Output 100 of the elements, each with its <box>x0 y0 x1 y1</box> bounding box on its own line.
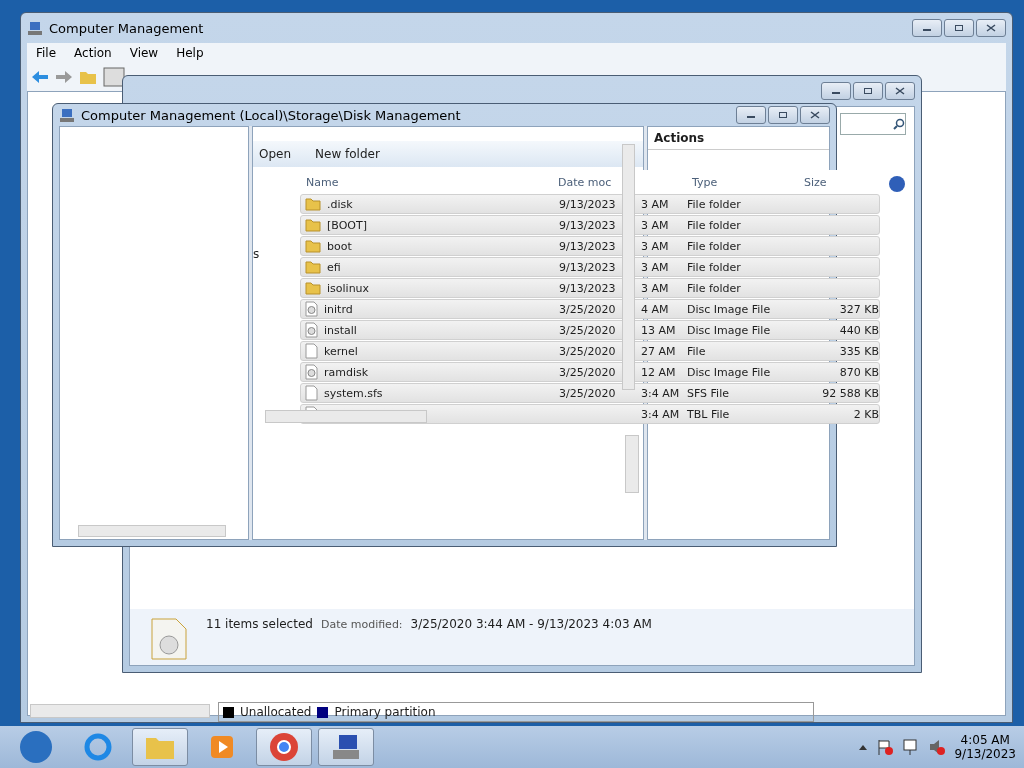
menu-item[interactable]: Help <box>167 46 213 60</box>
file-explorer-taskbar-button[interactable] <box>132 728 188 766</box>
disc-file-icon <box>150 617 188 661</box>
type-cell: File <box>687 344 706 358</box>
type-cell: Disc Image File <box>687 365 771 379</box>
type-cell: TBL File <box>687 407 730 421</box>
close-button[interactable] <box>800 106 830 124</box>
column-header[interactable]: Name <box>300 175 558 189</box>
type-cell: SFS File <box>687 386 729 400</box>
size-cell: 870 KB <box>839 365 879 379</box>
time-cell: 3 AM <box>641 239 669 253</box>
folder-icon <box>305 281 321 295</box>
time-cell: 3:4 AM <box>641 407 680 421</box>
date-cell: 3/25/2020 <box>559 302 616 316</box>
file-name: system.sfs <box>324 386 383 400</box>
vertical-scrollbar[interactable] <box>622 144 635 390</box>
time-cell: 3 AM <box>641 197 669 211</box>
file-row[interactable]: ramdisk 3/25/2020 12 AM Disc Image File 870 KB <box>300 362 880 382</box>
disc-file-icon <box>305 364 318 380</box>
disc-file-icon <box>305 322 318 338</box>
date-cell: 9/13/2023 <box>559 197 616 211</box>
legend-label: Primary partition <box>334 705 436 719</box>
menu-item[interactable]: File <box>27 46 66 60</box>
column-header[interactable]: Date moc <box>558 175 622 189</box>
file-row[interactable]: .disk 9/13/2023 3 AM File folder <box>300 194 880 214</box>
maximize-button[interactable] <box>768 106 798 124</box>
type-cell: File folder <box>687 218 741 232</box>
menu-item[interactable]: Action <box>65 46 121 60</box>
time-cell: 3:4 AM <box>641 386 680 400</box>
column-header[interactable]: Size <box>798 175 880 189</box>
date-cell: 9/13/2023 <box>559 218 616 232</box>
date-cell: 3/25/2020 <box>559 344 616 358</box>
menu-item[interactable]: View <box>120 46 168 60</box>
folder-icon <box>305 218 321 232</box>
chrome-taskbar-button[interactable] <box>256 728 312 766</box>
size-cell: 92 588 KB <box>822 386 879 400</box>
minimize-button[interactable] <box>821 82 851 100</box>
vertical-scrollbar[interactable] <box>625 435 639 493</box>
clock[interactable]: 4:05 AM 9/13/2023 <box>954 733 1016 761</box>
close-icon <box>810 111 820 119</box>
toolbar-button[interactable]: Open <box>259 147 292 161</box>
browser-icon <box>84 733 112 761</box>
file-row[interactable]: boot 9/13/2023 3 AM File folder <box>300 236 880 256</box>
file-row[interactable]: efi 9/13/2023 3 AM File folder <box>300 257 880 277</box>
back-arrow-icon[interactable] <box>31 70 49 84</box>
file-row[interactable]: [BOOT] 9/13/2023 3 AM File folder <box>300 215 880 235</box>
close-button[interactable] <box>976 19 1006 37</box>
date-cell: 9/13/2023 <box>559 260 616 274</box>
toolbar-button[interactable]: New folder <box>315 147 380 161</box>
type-cell: File folder <box>687 197 741 211</box>
date-cell: 3/25/2020 <box>559 365 616 379</box>
show-hidden-icons-icon[interactable] <box>858 743 869 751</box>
speaker-muted-icon[interactable] <box>928 738 947 756</box>
type-cell: Disc Image File <box>687 302 771 316</box>
type-cell: Disc Image File <box>687 323 771 337</box>
maximize-icon <box>778 111 788 119</box>
search-field[interactable] <box>840 113 906 135</box>
size-cell: 327 KB <box>839 302 879 316</box>
size-cell: 2 KB <box>853 407 879 421</box>
window-title: Computer Management (Local)\Storage\Disk Management <box>81 107 461 123</box>
maximize-button[interactable] <box>853 82 883 100</box>
close-icon <box>986 24 996 32</box>
minimize-button[interactable] <box>912 19 942 37</box>
time-cell: 3 AM <box>641 218 669 232</box>
file-row[interactable]: kernel 3/25/2020 27 AM File 335 KB <box>300 341 880 361</box>
size-cell: 440 KB <box>839 323 879 337</box>
actions-header: Actions <box>648 127 829 150</box>
time-cell: 4 AM <box>641 302 669 316</box>
disc-file-icon <box>305 301 318 317</box>
selection-count: 11 items selected <box>206 617 313 631</box>
forward-arrow-icon[interactable] <box>55 70 73 84</box>
file-row[interactable]: install 3/25/2020 13 AM Disc Image File 440 KB <box>300 320 880 340</box>
file-name: boot <box>327 239 352 253</box>
search-icon <box>893 118 905 130</box>
play-icon <box>210 735 234 759</box>
file-row[interactable]: isolinux 9/13/2023 3 AM File folder <box>300 278 880 298</box>
flag-icon[interactable] <box>876 738 895 756</box>
computer-management-taskbar-button[interactable] <box>318 728 374 766</box>
folder-icon <box>305 197 321 211</box>
maximize-icon <box>954 24 964 32</box>
time-cell: 3 AM <box>641 260 669 274</box>
date-modified-label: Date modified: <box>320 618 403 631</box>
date-cell: 9/13/2023 <box>559 239 616 253</box>
file-row[interactable]: initrd 3/25/2020 4 AM Disc Image File 327 KB <box>300 299 880 319</box>
window-title: Computer Management <box>49 20 204 36</box>
column-header[interactable]: Type <box>686 175 798 189</box>
horizontal-scrollbar[interactable] <box>30 704 210 718</box>
file-name: isolinux <box>327 281 370 295</box>
date-cell: 3/25/2020 <box>559 323 616 337</box>
maximize-button[interactable] <box>944 19 974 37</box>
file-name: initrd <box>324 302 353 316</box>
maximize-icon <box>863 87 873 95</box>
file-row[interactable]: system.sfs 3/25/2020 3:4 AM SFS File 92 588 KB <box>300 383 880 403</box>
minimize-button[interactable] <box>736 106 766 124</box>
file-icon <box>305 343 318 359</box>
close-button[interactable] <box>885 82 915 100</box>
date-modified-value: 3/25/2020 3:44 AM - 9/13/2023 4:03 AM <box>410 617 652 631</box>
computer-icon <box>59 107 75 123</box>
horizontal-scrollbar[interactable] <box>78 525 226 537</box>
horizontal-scrollbar[interactable] <box>265 410 427 423</box>
